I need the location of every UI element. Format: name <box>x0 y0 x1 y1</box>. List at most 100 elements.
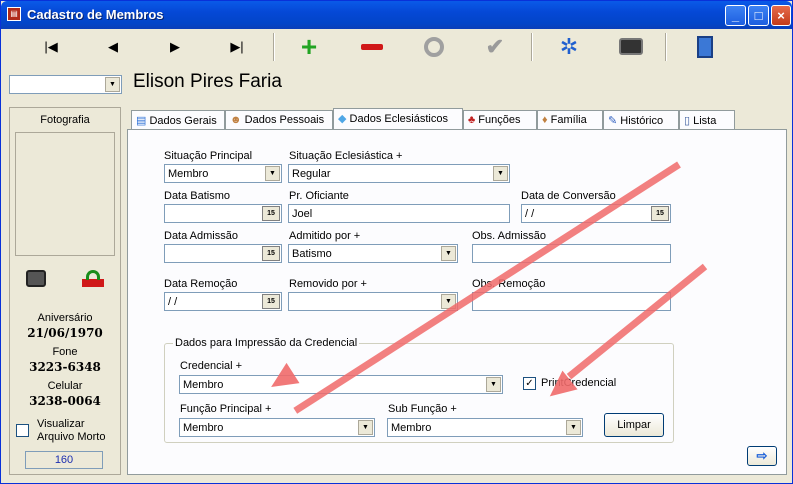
close-button[interactable]: × <box>771 5 791 26</box>
data-batismo-field[interactable]: 15 <box>164 204 282 223</box>
form-icon: ▤ <box>136 115 150 127</box>
removido-por-select[interactable]: ▼ <box>288 292 458 311</box>
obs-remocao-field[interactable] <box>472 292 671 311</box>
remove-photo-icon[interactable] <box>82 270 104 288</box>
field-value: / / <box>525 208 535 220</box>
funcao-principal-select[interactable]: Membro ▼ <box>179 418 375 437</box>
exit-button[interactable] <box>685 31 725 63</box>
cancel-button[interactable] <box>413 31 453 63</box>
birthday-value: 21/06/1970 <box>27 326 103 340</box>
settings-button[interactable]: ✲ <box>549 31 589 63</box>
tab-label: Dados Pessoais <box>244 114 325 126</box>
tab-bar: ▤ Dados Gerais ☻ Dados Pessoais ◆ Dados … <box>127 108 787 131</box>
left-panel: Fotografia Aniversário 21/06/1970 Fone 3… <box>9 107 121 475</box>
data-admissao-field[interactable]: 15 <box>164 244 282 263</box>
add-button[interactable]: + <box>289 31 329 63</box>
cancel-icon <box>424 37 444 57</box>
first-record-button[interactable]: |◀ <box>31 31 71 63</box>
chevron-down-icon[interactable]: ▼ <box>105 77 120 92</box>
chevron-down-icon[interactable]: ▼ <box>493 166 508 181</box>
situacao-eclesiastica-select[interactable]: Regular ▼ <box>288 164 510 183</box>
select-value: Batismo <box>292 248 332 260</box>
toolbar-separator <box>531 33 533 61</box>
credencial-label: Credencial + <box>180 360 243 372</box>
minimize-button[interactable]: _ <box>725 5 746 26</box>
bible-icon: ◆ <box>338 113 350 125</box>
situacao-principal-select[interactable]: Membro ▼ <box>164 164 282 183</box>
calendar-icon[interactable]: 15 <box>262 246 280 261</box>
member-select[interactable]: ▼ <box>9 75 122 94</box>
obs-admissao-field[interactable] <box>472 244 671 263</box>
chevron-down-icon[interactable]: ▼ <box>265 166 280 181</box>
first-icon: |◀ <box>44 39 58 54</box>
search-button[interactable] <box>611 31 651 63</box>
next-icon: ▶ <box>170 39 180 54</box>
prev-icon: ◀ <box>108 39 118 54</box>
tab-lista[interactable]: ▯ Lista <box>679 110 735 130</box>
confirm-button[interactable]: ✔ <box>475 31 515 63</box>
camera-icon[interactable] <box>26 270 46 287</box>
select-value: Regular <box>292 168 331 180</box>
limpar-button[interactable]: Limpar <box>604 413 664 437</box>
binoculars-icon <box>619 38 643 55</box>
tab-label: Funções <box>478 114 521 126</box>
pencil-icon: ✎ <box>608 115 621 127</box>
next-record-button[interactable]: ▶ <box>155 31 195 63</box>
page-icon: ▯ <box>684 115 694 127</box>
print-credencial-checkbox[interactable]: ✓ <box>523 377 536 390</box>
minus-icon <box>361 44 383 50</box>
people-icon: ♣ <box>468 114 479 126</box>
obs-admissao-label: Obs. Admissão <box>472 230 546 242</box>
person-icon: ☻ <box>230 114 245 126</box>
tab-familia[interactable]: ♦ Família <box>537 110 603 130</box>
title-bar[interactable]: ▤ Cadastro de Membros _ □ × <box>1 1 792 29</box>
credencial-group-title: Dados para Impressão da Credencial <box>173 337 360 349</box>
admitido-por-label: Admitido por + <box>289 230 361 242</box>
sub-funcao-select[interactable]: Membro ▼ <box>387 418 583 437</box>
calendar-icon[interactable]: 15 <box>651 206 669 221</box>
chevron-down-icon[interactable]: ▼ <box>358 420 373 435</box>
cell-value: 3238-0064 <box>29 394 101 408</box>
delete-button[interactable] <box>351 31 391 63</box>
admitido-por-select[interactable]: Batismo ▼ <box>288 244 458 263</box>
data-batismo-label: Data Batismo <box>164 190 231 202</box>
window-title: Cadastro de Membros <box>27 7 164 22</box>
calendar-icon[interactable]: 15 <box>262 294 280 309</box>
prev-record-button[interactable]: ◀ <box>93 31 133 63</box>
member-name: Elison Pires Faria <box>133 71 282 92</box>
situacao-eclesiastica-label: Situação Eclesiástica + <box>289 150 403 162</box>
cell-label: Celular <box>47 380 83 392</box>
removido-por-label: Removido por + <box>289 278 367 290</box>
member-photo[interactable] <box>15 132 115 256</box>
last-icon: ▶| <box>230 39 244 54</box>
field-value: / / <box>168 296 178 308</box>
tab-dados-eclesiasticos[interactable]: ◆ Dados Eclesiásticos <box>333 108 463 131</box>
last-record-button[interactable]: ▶| <box>217 31 257 63</box>
pr-oficiante-field[interactable]: Joel <box>288 204 510 223</box>
tab-label: Dados Gerais <box>149 115 217 127</box>
tab-label: Dados Eclesiásticos <box>349 113 448 125</box>
data-remocao-label: Data Remoção <box>164 278 238 290</box>
tab-dados-gerais[interactable]: ▤ Dados Gerais <box>131 110 225 130</box>
data-remocao-field[interactable]: / / 15 <box>164 292 282 311</box>
check-icon: ✔ <box>485 34 505 59</box>
chevron-down-icon[interactable]: ▼ <box>566 420 581 435</box>
sub-funcao-label: Sub Função + <box>388 403 457 415</box>
select-value: Membro <box>391 422 432 434</box>
archive-label-line2: Arquivo Morto <box>37 431 106 443</box>
tab-label: Lista <box>693 115 717 127</box>
chevron-down-icon[interactable]: ▼ <box>441 246 456 261</box>
tab-historico[interactable]: ✎ Histórico <box>603 110 679 130</box>
archive-checkbox[interactable] <box>16 424 29 437</box>
tab-funcoes[interactable]: ♣ Funções <box>463 110 537 130</box>
maximize-button[interactable]: □ <box>748 5 769 26</box>
chevron-down-icon[interactable]: ▼ <box>486 377 501 392</box>
calendar-icon[interactable]: 15 <box>262 206 280 221</box>
tab-dados-pessoais[interactable]: ☻ Dados Pessoais <box>225 110 333 130</box>
next-tab-button[interactable]: ⇨ <box>747 446 777 466</box>
field-value: Joel <box>292 208 313 220</box>
data-admissao-label: Data Admissão <box>164 230 238 242</box>
gear-icon: ✲ <box>559 34 579 59</box>
data-conversao-label: Data de Conversão <box>521 190 616 202</box>
pr-oficiante-label: Pr. Oficiante <box>289 190 349 202</box>
